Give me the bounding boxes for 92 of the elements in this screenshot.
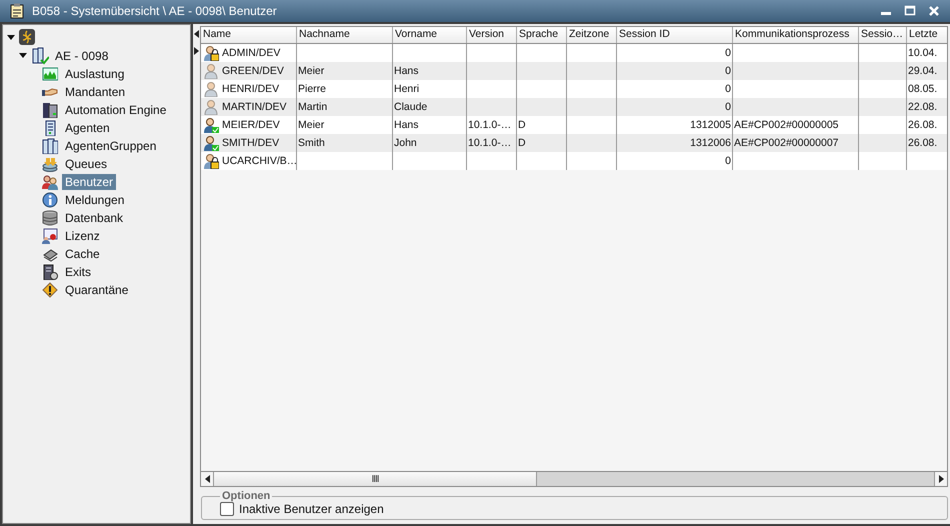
tree-item[interactable]: Lizenz (62, 228, 103, 244)
user-icon (203, 63, 219, 79)
table-cell: Meier (298, 65, 324, 77)
table-cell: 26.08. (908, 119, 938, 131)
server-icon (42, 102, 58, 118)
expand-arrow-icon[interactable] (18, 51, 28, 60)
table-cell: 08.05. (908, 83, 938, 95)
table-cell: AE#CP002#00000005 (734, 119, 839, 131)
towers-icon (31, 46, 49, 64)
scrollbar-thumb[interactable]: IIII (214, 472, 537, 486)
tree-item[interactable]: Quarantäne (62, 282, 132, 298)
table-cell: 10.04. (908, 47, 938, 59)
tree-item[interactable]: Datenbank (62, 210, 126, 226)
checkbox[interactable] (220, 502, 234, 516)
tree-item[interactable]: Meldungen (62, 192, 128, 208)
table-cell: Smith (298, 137, 325, 149)
clipboard-icon (10, 3, 24, 19)
hand-icon (42, 88, 58, 96)
column-header[interactable]: Kommunikationsprozess (733, 27, 859, 43)
column-header[interactable]: Sessio… (859, 27, 907, 43)
table-cell: Martin (298, 101, 328, 113)
table-cell: Meier (298, 119, 324, 131)
table-cell: D (518, 137, 526, 149)
table-cell: 0 (725, 83, 731, 95)
tree-item[interactable]: Queues (62, 156, 110, 172)
user-icon (203, 99, 219, 115)
warning-icon (42, 282, 58, 298)
table-cell: 0 (725, 65, 731, 77)
close-icon[interactable] (928, 5, 940, 17)
table-cell: 29.04. (908, 65, 938, 77)
towers-icon (42, 138, 58, 154)
table-cell: AE#CP002#00000007 (734, 137, 839, 149)
database-icon (42, 210, 58, 226)
column-header[interactable]: Nachname (297, 27, 393, 43)
table-cell: 26.08. (908, 137, 938, 149)
tree-item[interactable]: Exits (62, 264, 94, 280)
users-icon (42, 174, 58, 190)
scroll-left-icon[interactable] (204, 475, 210, 483)
certificate-icon (42, 228, 58, 244)
column-header[interactable]: Letzte (907, 27, 947, 43)
column-header[interactable]: Session ID (617, 27, 733, 43)
stack-icon (42, 156, 58, 172)
table-cell: MEIER/DEV (222, 119, 280, 131)
table-cell: SMITH/DEV (222, 137, 280, 149)
column-header[interactable]: Sprache (517, 27, 567, 43)
table-cell: Henri (394, 83, 420, 95)
tree-item[interactable]: Cache (62, 246, 103, 262)
table-cell: 10.1.0-… (468, 137, 512, 149)
table-cell: 0 (725, 101, 731, 113)
column-header[interactable]: Vorname (393, 27, 467, 43)
table-cell: 10.1.0-… (468, 119, 512, 131)
table-cell: Claude (394, 101, 428, 113)
tree-item[interactable]: Benutzer (62, 174, 116, 190)
info-icon (42, 192, 58, 208)
locked-user-icon (203, 153, 219, 169)
scroll-right-icon[interactable] (938, 475, 944, 483)
table-cell: GREEN/DEV (222, 65, 284, 77)
table-cell: 22.08. (908, 101, 938, 113)
group-title: Optionen (221, 490, 272, 502)
chart-icon (42, 66, 58, 82)
maximize-icon[interactable] (904, 5, 916, 17)
table-cell: D (518, 119, 526, 131)
horizontal-scrollbar[interactable]: IIII (200, 471, 948, 487)
table-cell: Pierre (298, 83, 326, 95)
tree-item[interactable]: AE - 0098 (52, 48, 112, 64)
table-cell: 0 (725, 155, 731, 167)
table-cell: 1312005 (690, 119, 731, 131)
column-header[interactable]: Name (201, 27, 297, 43)
grip-marks: IIII (371, 474, 379, 484)
table-cell: HENRI/DEV (222, 83, 280, 95)
table-cell: MARTIN/DEV (222, 101, 287, 113)
table-cell: John (394, 137, 417, 149)
tree-item[interactable]: Auslastung (62, 66, 128, 82)
column-header[interactable]: Zeitzone (567, 27, 617, 43)
tree-item[interactable]: Automation Engine (62, 102, 170, 118)
table-cell: Hans (394, 119, 419, 131)
checkbox-label[interactable]: Inaktive Benutzer anzeigen (239, 502, 384, 516)
table-cell: Hans (394, 65, 419, 77)
column-header[interactable]: Version (467, 27, 517, 43)
table-cell: UCARCHIV/B… (222, 155, 296, 167)
locked-user-icon (203, 45, 219, 61)
user-icon (203, 81, 219, 97)
expand-arrow-icon[interactable] (6, 32, 16, 42)
window-title: B058 - Systemübersicht \ AE - 0098\ Benutzer (32, 4, 278, 18)
tree-item[interactable]: AgentenGruppen (62, 138, 160, 154)
table-cell: 0 (725, 47, 731, 59)
table-cell: 1312006 (690, 137, 731, 149)
tree-item[interactable]: Agenten (62, 120, 113, 136)
server-icon (42, 264, 58, 280)
tree-item[interactable]: Mandanten (62, 84, 128, 100)
table-cell: ADMIN/DEV (222, 47, 280, 59)
logo-icon (19, 29, 35, 45)
